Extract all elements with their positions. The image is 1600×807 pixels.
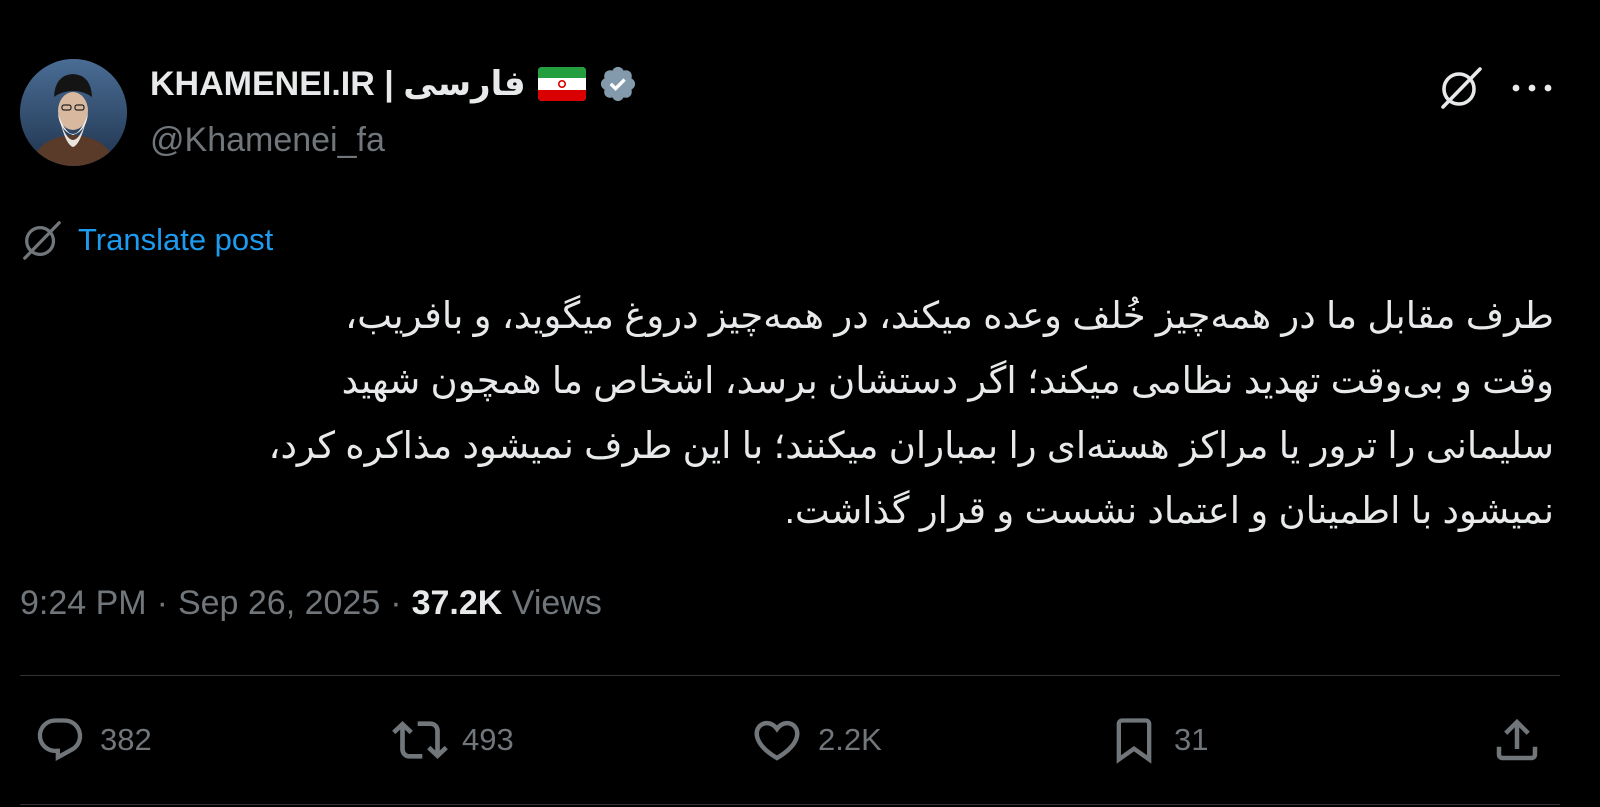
repost-icon — [392, 721, 448, 759]
post-text: طرف مقابل ما در همه‌چیز خُلف وعده میکند،… — [40, 283, 1555, 543]
post-text-line: نمیشود با اطمینان و اعتماد نشست و قرار گ… — [784, 490, 1554, 531]
translate-post-label[interactable]: Translate post — [78, 222, 273, 258]
reply-icon — [37, 718, 83, 762]
bookmark-icon — [1116, 718, 1152, 764]
grok-button[interactable] — [1437, 64, 1485, 112]
more-button[interactable] — [1508, 66, 1556, 110]
divider — [20, 675, 1560, 676]
author-name-row[interactable]: KHAMENEI.IR | فارسی — [150, 64, 638, 104]
author-handle[interactable]: @Khamenei_fa — [150, 121, 385, 160]
meta-separator: · — [390, 584, 402, 622]
post-text-line: وقت و بی‌وقت تهدید نظامی میکند؛ اگر دستش… — [341, 360, 1554, 401]
verified-badge-icon[interactable] — [598, 64, 638, 104]
post-text-line: سلیمانی را ترور یا مراکز هسته‌ای را بمبا… — [268, 425, 1555, 466]
grok-icon — [23, 221, 61, 260]
bookmark-button[interactable]: 31 — [1108, 710, 1208, 770]
avatar[interactable] — [20, 59, 127, 166]
like-button[interactable]: 2.2K — [750, 710, 882, 770]
like-count: 2.2K — [818, 722, 882, 757]
iran-flag-icon — [537, 67, 586, 101]
views-count: 37.2K — [411, 584, 503, 622]
divider — [20, 804, 1560, 805]
translate-post-link[interactable]: Translate post — [20, 218, 273, 262]
share-button[interactable] — [1490, 710, 1544, 770]
repost-button[interactable]: 493 — [392, 710, 514, 770]
heart-icon — [754, 720, 800, 761]
reply-count: 382 — [100, 722, 152, 757]
post-meta: 9:24 PM · Sep 26, 2025 · 37.2K Views — [20, 584, 602, 623]
post-date[interactable]: Sep 26, 2025 — [178, 584, 380, 623]
author-display-name[interactable]: KHAMENEI.IR | فارسی — [150, 64, 526, 104]
action-bar: 382 493 2.2K 31 — [20, 710, 1560, 770]
post-time[interactable]: 9:24 PM — [20, 584, 147, 623]
grok-icon — [1441, 67, 1482, 109]
repost-count: 493 — [462, 722, 514, 757]
bookmark-count: 31 — [1174, 722, 1209, 757]
views-label: Views — [511, 584, 602, 622]
avatar-image — [20, 59, 127, 166]
share-icon — [1496, 718, 1538, 761]
meta-separator: · — [156, 584, 168, 622]
reply-button[interactable]: 382 — [34, 710, 152, 770]
post-text-line: طرف مقابل ما در همه‌چیز خُلف وعده میکند،… — [345, 295, 1554, 336]
more-icon — [1512, 84, 1552, 92]
